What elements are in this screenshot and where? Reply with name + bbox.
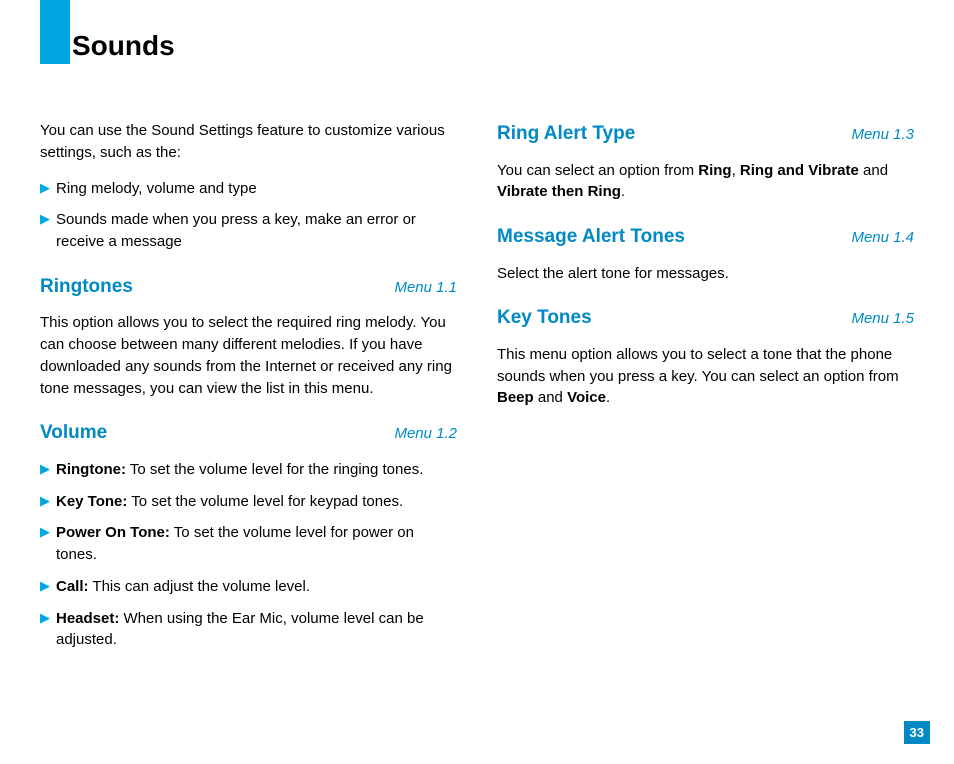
- header-accent-bar: [40, 0, 70, 64]
- bullet-text: Key Tone: To set the volume level for ke…: [56, 491, 457, 513]
- section-body: Select the alert tone for messages.: [497, 263, 914, 285]
- section-body: This menu option allows you to select a …: [497, 344, 914, 409]
- triangle-right-icon: ▶: [40, 178, 50, 199]
- right-column: Ring Alert Type Menu 1.3 You can select …: [497, 120, 914, 661]
- section-title: Volume: [40, 419, 107, 447]
- bullet-label: Power On Tone:: [56, 524, 170, 541]
- menu-reference: Menu 1.4: [851, 227, 914, 249]
- triangle-right-icon: ▶: [40, 459, 50, 480]
- section-body: You can select an option from Ring, Ring…: [497, 160, 914, 204]
- volume-bullet: ▶ Ringtone: To set the volume level for …: [40, 459, 457, 481]
- section-header-volume: Volume Menu 1.2: [40, 419, 457, 447]
- section-body: This option allows you to select the req…: [40, 312, 457, 399]
- page-title: Sounds: [72, 30, 175, 62]
- bullet-text: Ringtone: To set the volume level for th…: [56, 459, 457, 481]
- section-title: Message Alert Tones: [497, 223, 685, 251]
- section-title: Key Tones: [497, 304, 592, 332]
- triangle-right-icon: ▶: [40, 608, 50, 629]
- intro-bullet: ▶ Ring melody, volume and type: [40, 178, 457, 200]
- bullet-label: Headset:: [56, 610, 119, 627]
- bullet-desc: To set the volume level for the ringing …: [126, 461, 423, 478]
- bullet-desc: This can adjust the volume level.: [89, 578, 311, 595]
- menu-reference: Menu 1.1: [394, 277, 457, 299]
- triangle-right-icon: ▶: [40, 576, 50, 597]
- section-title: Ring Alert Type: [497, 120, 635, 148]
- bullet-label: Call:: [56, 578, 89, 595]
- bullet-label: Key Tone:: [56, 493, 127, 510]
- volume-bullet: ▶ Headset: When using the Ear Mic, volum…: [40, 608, 457, 652]
- triangle-right-icon: ▶: [40, 522, 50, 543]
- section-header-key-tones: Key Tones Menu 1.5: [497, 304, 914, 332]
- intro-text: You can use the Sound Settings feature t…: [40, 120, 457, 164]
- left-column: You can use the Sound Settings feature t…: [40, 120, 457, 661]
- bullet-text: Power On Tone: To set the volume level f…: [56, 522, 457, 566]
- bullet-text: Sounds made when you press a key, make a…: [56, 209, 457, 253]
- volume-bullet: ▶ Power On Tone: To set the volume level…: [40, 522, 457, 566]
- bullet-text: Call: This can adjust the volume level.: [56, 576, 457, 598]
- section-header-message-alert-tones: Message Alert Tones Menu 1.4: [497, 223, 914, 251]
- content-area: You can use the Sound Settings feature t…: [40, 120, 914, 661]
- bullet-text: Headset: When using the Ear Mic, volume …: [56, 608, 457, 652]
- bullet-desc: To set the volume level for keypad tones…: [127, 493, 403, 510]
- menu-reference: Menu 1.3: [851, 124, 914, 146]
- page-number: 33: [904, 721, 930, 744]
- triangle-right-icon: ▶: [40, 491, 50, 512]
- section-title: Ringtones: [40, 273, 133, 301]
- bullet-label: Ringtone:: [56, 461, 126, 478]
- menu-reference: Menu 1.5: [851, 308, 914, 330]
- bullet-text: Ring melody, volume and type: [56, 178, 457, 200]
- triangle-right-icon: ▶: [40, 209, 50, 230]
- volume-bullet: ▶ Key Tone: To set the volume level for …: [40, 491, 457, 513]
- section-header-ring-alert-type: Ring Alert Type Menu 1.3: [497, 120, 914, 148]
- section-header-ringtones: Ringtones Menu 1.1: [40, 273, 457, 301]
- intro-bullet: ▶ Sounds made when you press a key, make…: [40, 209, 457, 253]
- volume-bullet: ▶ Call: This can adjust the volume level…: [40, 576, 457, 598]
- menu-reference: Menu 1.2: [394, 423, 457, 445]
